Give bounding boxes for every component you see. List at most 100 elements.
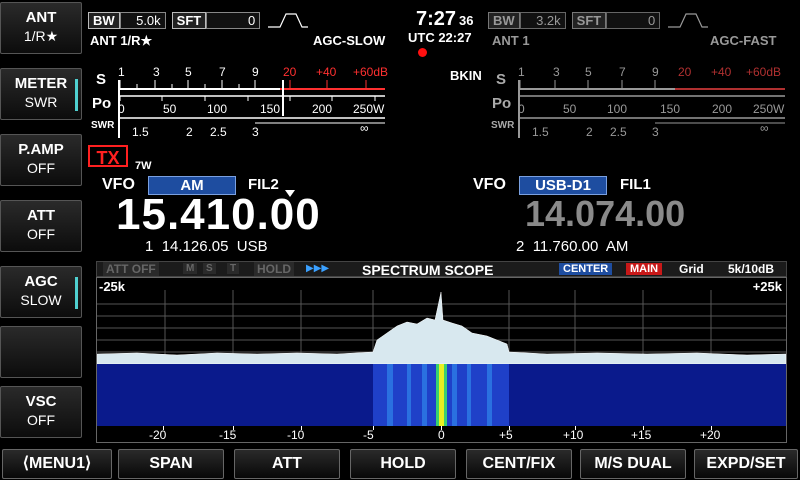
vsc-button[interactable]: VSC OFF <box>0 386 82 438</box>
s-tick-red: +60dB <box>353 65 388 79</box>
scope-span-level: 5k/10dB <box>728 262 775 276</box>
sub-vfo-label[interactable]: VFO <box>473 176 506 194</box>
ms-dual-button[interactable]: M/S DUAL <box>580 449 686 479</box>
sub-po-tick: 200 <box>712 102 732 116</box>
ant-button[interactable]: ANT 1/R★ <box>0 2 82 54</box>
main-sft-value: 0 <box>206 11 261 29</box>
axis-tick: +10 <box>563 428 584 442</box>
sub-s-tick: 3 <box>553 65 560 79</box>
scope-title: SPECTRUM SCOPE <box>362 262 494 278</box>
sub-po-tick: 250W <box>753 102 785 116</box>
s-tick-red: +40 <box>316 65 337 79</box>
sub-s-label: S <box>496 71 506 88</box>
main-memo-number: 1 <box>145 238 154 255</box>
main-bw-value: 5.0k <box>119 11 166 29</box>
sub-s-tick-red: +40 <box>711 65 732 79</box>
scope-att[interactable]: ATT OFF <box>103 262 159 276</box>
menu1-button[interactable]: ⟨MENU1⟩ <box>2 449 112 479</box>
axis-tick: 0 <box>438 428 445 442</box>
sub-memo-mode: AM <box>605 238 629 255</box>
meter-button-value: SWR <box>24 94 58 110</box>
s-tick-red: 20 <box>283 65 297 79</box>
main-meter: S Po SWR 1 3 5 7 9 20 +40 +60dB 0 50 100… <box>91 65 388 139</box>
sub-swr-tick: 3 <box>652 125 659 139</box>
s-tick: 3 <box>153 65 160 79</box>
axis-tick: -20 <box>149 428 167 442</box>
sub-po-label: Po <box>492 95 511 112</box>
main-memo: 1 14.126.05 USB <box>145 238 268 255</box>
att-side-button[interactable]: ATT OFF <box>0 200 82 252</box>
agc-button-value: SLOW <box>20 292 62 308</box>
agc-button-title: AGC <box>24 273 58 290</box>
axis-tick: +15 <box>631 428 652 442</box>
scope-hold[interactable]: HOLD <box>254 262 294 276</box>
sub-memo: 2 11.760.00 AM <box>516 238 628 255</box>
bkin-label: BKIN <box>450 68 482 83</box>
clock-utc: UTC 22:27 <box>408 30 472 45</box>
clock-seconds: 36 <box>459 13 474 28</box>
sub-po-tick: 50 <box>563 102 577 116</box>
po-tick: 100 <box>207 102 227 116</box>
scope-m[interactable]: M <box>183 263 198 274</box>
ant-button-value: 1/R★ <box>23 28 59 44</box>
agc-button-indicator <box>75 277 78 309</box>
sub-s-tick: 1 <box>518 65 525 79</box>
axis-tick: -15 <box>219 428 237 442</box>
cent-fix-button[interactable]: CENT/FIX <box>466 449 572 479</box>
sub-po-tick: 100 <box>607 102 627 116</box>
s-tick: 5 <box>185 65 192 79</box>
spectrum-scope[interactable]: -25k +25k -20 -15 -10 -5 0 +5 +10 +15 +2… <box>96 277 787 443</box>
clock-time: 7:27 <box>416 8 457 30</box>
sub-antenna: ANT 1 <box>492 33 530 48</box>
span-button[interactable]: SPAN <box>118 449 224 479</box>
hold-button[interactable]: HOLD <box>350 449 456 479</box>
main-frequency[interactable]: 15.410.00 <box>116 190 321 240</box>
swr-tick: 1.5 <box>132 125 149 139</box>
main-po-label: Po <box>92 95 111 112</box>
sub-swr-tick: ∞ <box>760 121 769 135</box>
axis-tick: +5 <box>499 428 513 442</box>
axis-tick: -10 <box>287 428 305 442</box>
expd-set-button[interactable]: EXPD/SET <box>694 449 798 479</box>
sub-frequency[interactable]: 14.074.00 <box>525 193 685 235</box>
main-memo-mode: USB <box>236 238 268 255</box>
scope-main[interactable]: MAIN <box>626 263 663 275</box>
scope-t[interactable]: T <box>227 263 240 274</box>
sub-sft-label: SFT <box>571 11 607 29</box>
s-tick: 1 <box>118 65 125 79</box>
scope-header: ATT OFF M S T HOLD ▶▶▶ SPECTRUM SCOPE CE… <box>96 261 787 278</box>
main-swr-label: SWR <box>91 120 115 131</box>
sub-po-tick: 0 <box>518 102 525 116</box>
swr-tick: 2 <box>186 125 193 139</box>
scope-center[interactable]: CENTER <box>559 263 613 275</box>
agc-button[interactable]: AGC SLOW <box>0 266 82 318</box>
preamp-button-title: P.AMP <box>18 141 64 158</box>
preamp-button-value: OFF <box>27 160 55 176</box>
main-filter-status: BW 5.0k SFT 0 <box>88 11 310 29</box>
po-tick: 200 <box>312 102 332 116</box>
att-button[interactable]: ATT <box>234 449 340 479</box>
scope-grid[interactable]: Grid <box>679 262 704 276</box>
sub-s-tick: 5 <box>585 65 592 79</box>
att-side-button-title: ATT <box>26 207 56 224</box>
meter-button[interactable]: METER SWR <box>0 68 82 120</box>
sub-swr-tick: 2 <box>586 125 593 139</box>
scope-s[interactable]: S <box>203 263 216 274</box>
sub-filter-status: BW 3.2k SFT 0 <box>488 11 710 29</box>
s-tick: 7 <box>219 65 226 79</box>
blank-side-button[interactable] <box>0 326 82 378</box>
main-bw-label: BW <box>88 11 120 29</box>
main-passband-icon <box>268 13 309 28</box>
scope-sweep-arrows: ▶▶▶ <box>306 263 330 274</box>
sub-s-tick: 7 <box>619 65 626 79</box>
sub-memo-frequency: 11.760.00 <box>532 238 599 255</box>
record-indicator <box>418 48 427 57</box>
sub-filter[interactable]: FIL1 <box>620 176 651 193</box>
po-tick: 50 <box>163 102 177 116</box>
sub-sft-value: 0 <box>606 11 661 29</box>
preamp-button[interactable]: P.AMP OFF <box>0 134 82 186</box>
po-tick: 250W <box>353 102 385 116</box>
sub-s-tick-red: 20 <box>678 65 692 79</box>
swr-tick: ∞ <box>360 121 369 135</box>
vsc-button-title: VSC <box>25 393 57 410</box>
